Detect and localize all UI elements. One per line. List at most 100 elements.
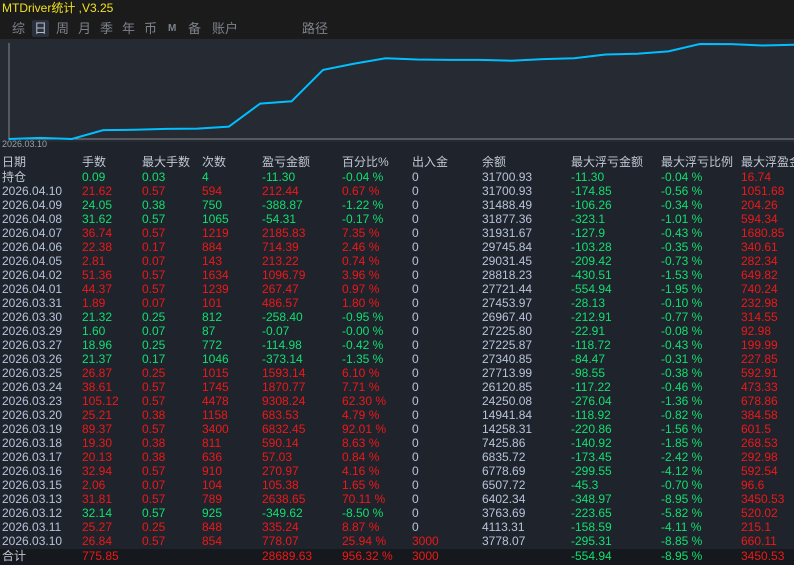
cell: 811: [202, 436, 222, 450]
cell: 29031.45: [482, 254, 533, 268]
cell: 1.60: [82, 324, 106, 338]
cell: 2026.03.19: [2, 422, 63, 436]
table-row[interactable]: 2026.03.20 25.21 0.38 1158 683.53 4.79 % 0 1494…: [0, 408, 794, 422]
table-row[interactable]: 2026.03.31 1.89 0.07 101 486.57 1.80 % 0 27453.…: [0, 296, 794, 310]
cell: 0: [412, 506, 419, 520]
tab-1[interactable]: 日: [32, 20, 50, 37]
cell: 1870.77: [262, 380, 306, 394]
tab-5[interactable]: 年: [120, 20, 137, 37]
total-lots: 775.85: [82, 549, 119, 563]
cell: -106.26: [571, 198, 612, 212]
table-row[interactable]: 2026.03.25 26.87 0.25 1015 1593.14 6.10 % 0 277…: [0, 366, 794, 380]
table-row[interactable]: 2026.03.16 32.94 0.57 910 270.97 4.16 % 0 6778.…: [0, 464, 794, 478]
table-row[interactable]: 2026.03.26 21.37 0.17 1046 -373.14 -1.35 % 0 27…: [0, 352, 794, 366]
tab-6[interactable]: 币: [142, 20, 159, 37]
cell: 0.57: [142, 184, 166, 198]
table-row[interactable]: 2026.04.02 51.36 0.57 1634 1096.79 3.96 % 0 288…: [0, 268, 794, 282]
table-row[interactable]: 2026.04.07 36.74 0.57 1219 2185.83 7.35 % 0 319…: [0, 226, 794, 240]
table-row[interactable]: 2026.03.27 18.96 0.25 772 -114.98 -0.42 % 0 272…: [0, 338, 794, 352]
table-row[interactable]: 2026.04.01 44.37 0.57 1239 267.47 0.97 % 0 2772…: [0, 282, 794, 296]
cell: 26967.40: [482, 310, 533, 324]
table-row[interactable]: 2026.03.29 1.60 0.07 87 -0.07 -0.00 % 0 27225.8…: [0, 324, 794, 338]
table-row[interactable]: 2026.03.10 26.84 0.57 854 778.07 25.94 % 3000 3…: [0, 534, 794, 548]
tab-10[interactable]: 路径: [300, 20, 330, 37]
total-label: 合计: [2, 549, 27, 563]
table-row[interactable]: 2026.03.13 31.81 0.57 789 2638.65 70.11 % 0 640…: [0, 492, 794, 506]
cell: -22.91: [571, 324, 606, 338]
column-header: 余额: [482, 155, 507, 169]
cell: 0.57: [142, 226, 166, 240]
cell: -8.85 %: [661, 534, 703, 548]
cell: 0: [412, 226, 419, 240]
cell-max_lots: 0.03: [142, 170, 166, 184]
table-row[interactable]: 2026.04.06 22.38 0.17 884 714.39 2.46 % 0 29745…: [0, 240, 794, 254]
table-row[interactable]: 2026.04.10 21.62 0.57 594 212.44 0.67 % 0 31700…: [0, 184, 794, 198]
tab-7[interactable]: M: [166, 20, 178, 37]
cell: -0.42 %: [342, 338, 384, 352]
holding-row[interactable]: 持仓 0.09 0.03 4 -11.30 -0.04 % 0 31700.93 -11.30 -…: [0, 170, 794, 184]
cell: 0: [412, 450, 419, 464]
table-row[interactable]: 2026.04.05 2.81 0.07 143 213.22 0.74 % 0 29031.…: [0, 254, 794, 268]
cell: -348.97: [571, 492, 612, 506]
table-row[interactable]: 2026.03.24 38.61 0.57 1745 1870.77 7.71 % 0 261…: [0, 380, 794, 394]
balance-point: [290, 100, 293, 103]
table-row[interactable]: 2026.03.23 105.12 0.57 4478 9308.24 62.30 % 0 2…: [0, 394, 794, 408]
cell: 0.84 %: [342, 450, 380, 464]
cell: -158.59: [571, 520, 612, 534]
cell: 2026.03.20: [2, 408, 63, 422]
cell: -98.55: [571, 366, 606, 380]
table-row[interactable]: 2026.03.19 89.37 0.57 3400 6832.45 92.01 % 0 14…: [0, 422, 794, 436]
cell: 1015: [202, 366, 229, 380]
column-header: 手数: [82, 155, 107, 169]
table-row[interactable]: 2026.03.18 19.30 0.38 811 590.14 8.63 % 0 7425.…: [0, 436, 794, 450]
cell: 21.37: [82, 352, 113, 366]
cell: 0: [412, 492, 419, 506]
table-row[interactable]: 2026.04.09 24.05 0.38 750 -388.87 -1.22 % 0 314…: [0, 198, 794, 212]
tab-0[interactable]: 综: [10, 20, 27, 37]
cell: 31.81: [82, 492, 113, 506]
cell: 0.25: [142, 310, 166, 324]
cell: 2185.83: [262, 226, 306, 240]
cell: 750: [202, 198, 223, 212]
cell: 0.57: [142, 464, 166, 478]
cell: 1634: [202, 268, 229, 282]
cell: 0: [412, 464, 419, 478]
cell: 0.74 %: [342, 254, 380, 268]
cell: 0: [412, 394, 419, 408]
cell: 0: [412, 408, 419, 422]
cell: 660.11: [741, 534, 777, 548]
table-header[interactable]: 日期 手数 最大手数次数 盈亏金额 百分比% 出入金 余额 最大浮亏金额 最大浮亏比例最大浮盈金: [0, 155, 794, 170]
cell: 592.54: [741, 464, 778, 478]
cell: -1.85 %: [661, 436, 703, 450]
cell: 2026.04.07: [2, 226, 63, 240]
cell: 6.10 %: [342, 366, 380, 380]
tab-4[interactable]: 季: [98, 20, 115, 37]
column-header: 盈亏金额: [262, 155, 311, 169]
cell: 18.96: [82, 338, 113, 352]
cell: 594: [202, 184, 223, 198]
cell: 0: [412, 422, 419, 436]
table-row[interactable]: 2026.03.17 20.13 0.38 636 57.03 0.84 % 0 6835.7…: [0, 450, 794, 464]
cell: 70.11 %: [342, 492, 386, 506]
table-row[interactable]: 2026.04.08 31.62 0.57 1065 -54.31 -0.17 % 0 318…: [0, 212, 794, 226]
cell: 335.24: [262, 520, 299, 534]
cell: -0.70 %: [661, 478, 703, 492]
table-row[interactable]: 2026.03.11 25.27 0.25 848 335.24 8.87 % 0 4113.…: [0, 520, 794, 534]
table-row[interactable]: 2026.03.30 21.32 0.25 812 -258.40 -0.95 % 0 269…: [0, 310, 794, 324]
table-row[interactable]: 2026.03.12 32.14 0.57 925 -349.62 -8.50 % 0 376…: [0, 506, 794, 520]
cell: -209.42: [571, 254, 612, 268]
cell: 6507.72: [482, 478, 526, 492]
tab-8[interactable]: 备: [186, 20, 203, 37]
cell: 7.35 %: [342, 226, 380, 240]
tab-2[interactable]: 周: [54, 20, 71, 37]
cell: 1065: [202, 212, 229, 226]
table-row[interactable]: 2026.03.15 2.06 0.07 104 105.38 1.65 % 0 6507.7…: [0, 478, 794, 492]
tab-9[interactable]: 账户: [210, 20, 240, 37]
tab-3[interactable]: 月: [76, 20, 93, 37]
total-row[interactable]: 合计 775.85 28689.63 956.32 % 3000 -554.94 -8.95…: [0, 549, 794, 565]
cell: 27453.97: [482, 296, 533, 310]
cell: -0.17 %: [342, 212, 384, 226]
cell: -140.92: [571, 436, 612, 450]
cell: 2026.04.09: [2, 198, 63, 212]
balance-point: [699, 43, 701, 45]
